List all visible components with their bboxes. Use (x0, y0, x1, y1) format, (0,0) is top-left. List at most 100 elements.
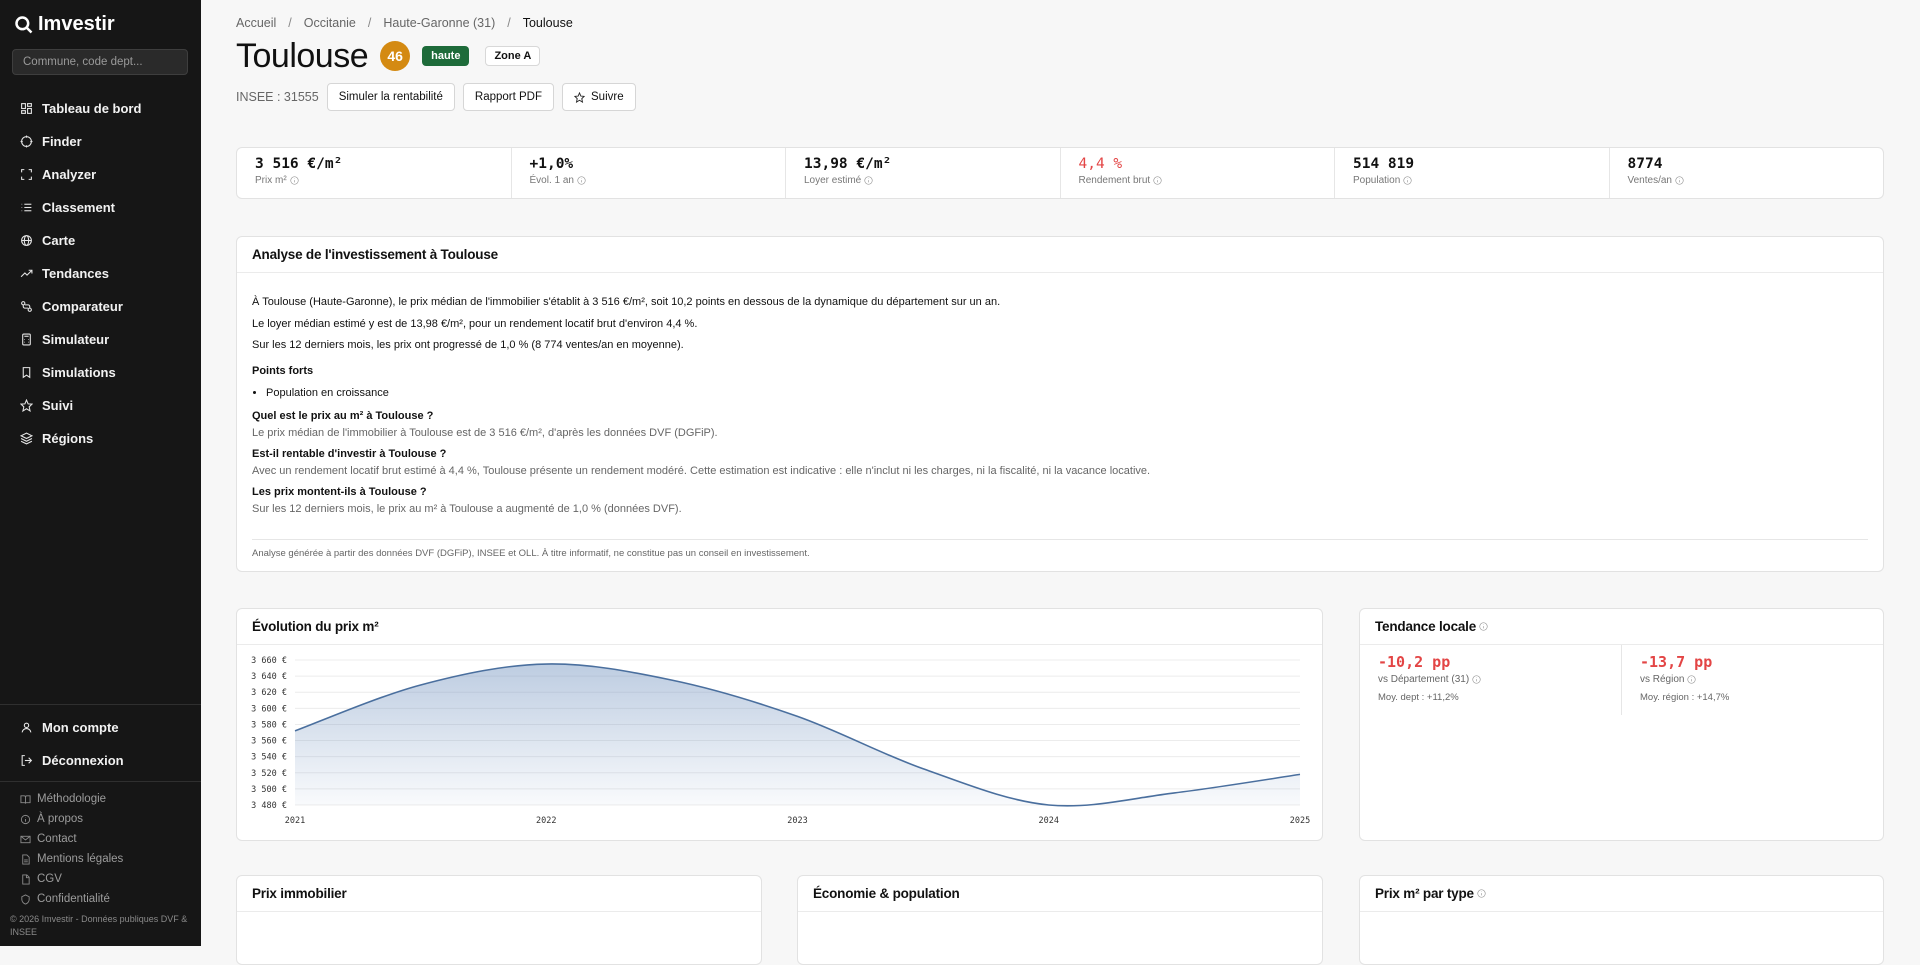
sidebar-item-label: Tendances (42, 266, 109, 281)
x-tick-label: 2021 (285, 816, 305, 826)
calculator-icon (22, 333, 31, 346)
prix-type-card: Prix m² par type (1359, 875, 1884, 965)
stat-population: 514 819 Population (1335, 148, 1610, 198)
footer-link-confidentialite[interactable]: Confidentialité (0, 889, 201, 909)
search-input[interactable] (12, 49, 188, 75)
sidebar-item-carte[interactable]: Carte (0, 224, 201, 257)
data-point (1298, 773, 1301, 776)
mail-icon (20, 835, 31, 843)
info-icon[interactable] (1479, 622, 1488, 631)
star-icon (20, 399, 33, 412)
stat-label-text: Évol. 1 an (529, 175, 574, 186)
pdf-report-button[interactable]: Rapport PDF (462, 83, 554, 111)
breadcrumb-accueil[interactable]: Accueil (236, 16, 276, 30)
footer-link-label: Contact (37, 833, 77, 845)
sidebar-item-tableau-de-bord[interactable]: Tableau de bord (0, 92, 201, 125)
shield-icon (21, 893, 30, 905)
file-icon (22, 873, 30, 885)
footer-link-label: À propos (37, 813, 84, 825)
breadcrumb-haute-garonne[interactable]: Haute-Garonne (31) (383, 16, 495, 30)
sidebar-item-comparateur[interactable]: Comparateur (0, 290, 201, 323)
app-logo[interactable]: Imvestir (14, 13, 115, 36)
sidebar-item-label: Suivi (42, 398, 74, 413)
breadcrumb-separator: / (288, 16, 292, 30)
info-icon[interactable] (864, 176, 873, 185)
info-icon[interactable] (1687, 675, 1696, 684)
info-icon[interactable] (1403, 176, 1412, 185)
trend-dept-label: vs Département (31) (1378, 674, 1470, 685)
simulate-button[interactable]: Simuler la rentabilité (326, 83, 455, 111)
data-point (293, 729, 296, 732)
faq-answer: Sur les 12 derniers mois, le prix au m² … (252, 502, 682, 515)
footer-link-methodologie[interactable]: Méthodologie (0, 789, 201, 809)
breadcrumb-occitanie[interactable]: Occitanie (304, 16, 356, 30)
info-icon[interactable] (1472, 675, 1481, 684)
sidebar-item-mon-compte[interactable]: Mon compte (0, 711, 201, 744)
sidebar-item-classement[interactable]: Classement (0, 191, 201, 224)
app-name: Imvestir (38, 13, 115, 35)
follow-button[interactable]: Suivre (562, 83, 636, 111)
data-point (1047, 803, 1050, 806)
footer-link-cgv[interactable]: CGV (0, 869, 201, 889)
prix-immobilier-title: Prix immobilier (237, 876, 761, 912)
info-icon[interactable] (577, 176, 586, 185)
sidebar-item-label: Mon compte (42, 720, 119, 735)
sidebar-item-simulateur[interactable]: Simulateur (0, 323, 201, 356)
faq-answer: Avec un rendement locatif brut estimé à … (252, 464, 1151, 477)
analysis-body: À Toulouse (Haute-Garonne), le prix médi… (237, 273, 1883, 518)
info-icon[interactable] (1477, 889, 1486, 898)
star-icon (574, 91, 585, 103)
info-icon[interactable] (290, 176, 299, 185)
logo-search-icon (15, 15, 33, 33)
x-tick-label: 2024 (1039, 816, 1059, 826)
data-point (1173, 791, 1176, 794)
stat-label: Loyer estimé (804, 175, 1042, 186)
stat-value: 13,98 €/m² (804, 156, 892, 172)
stat-label-text: Loyer estimé (804, 175, 862, 186)
footer-link-a-propos[interactable]: À propos (0, 809, 201, 829)
trend-region-avg: Moy. région : +14,7% (1640, 692, 1730, 703)
insee-code: INSEE : 31555 (236, 90, 319, 104)
footer-link-mentions-legales[interactable]: Mentions légales (0, 849, 201, 869)
footer-link-label: Mentions légales (37, 853, 124, 865)
analysis-disclaimer: Analyse générée à partir des données DVF… (252, 539, 1868, 559)
trend-region-value: -13,7 pp (1640, 653, 1713, 671)
page-title: Toulouse (236, 36, 369, 75)
sidebar-item-label: Classement (42, 200, 115, 215)
info-icon[interactable] (1153, 176, 1162, 185)
info-icon[interactable] (1675, 176, 1684, 185)
faq-answer: Le prix médian de l'immobilier à Toulous… (252, 426, 718, 439)
sidebar-item-regions[interactable]: Régions (0, 422, 201, 455)
sidebar-item-label: Analyzer (42, 167, 97, 182)
sidebar-item-suivi[interactable]: Suivi (0, 389, 201, 422)
trend-header: Tendance locale (1360, 609, 1883, 645)
analysis-title: Analyse de l'investissement à Toulouse (237, 237, 1883, 273)
dashboard-icon (21, 103, 32, 114)
trend-body: -10,2 pp vs Département (31) Moy. dept :… (1360, 645, 1883, 715)
data-point (922, 767, 925, 770)
sidebar-item-label: Simulateur (42, 332, 110, 347)
economie-title: Économie & population (798, 876, 1322, 912)
prix-immobilier-card: Prix immobilier (236, 875, 762, 965)
stat-prix-m2: 3 516 €/m² Prix m² (237, 148, 512, 198)
data-point (545, 662, 548, 665)
sidebar-item-label: Simulations (42, 365, 116, 380)
prix-type-header: Prix m² par type (1360, 876, 1883, 912)
x-tick-label: 2023 (787, 816, 807, 826)
main-content: Accueil / Occitanie / Haute-Garonne (31) / … (236, 0, 1884, 965)
sidebar-item-finder[interactable]: Finder (0, 125, 201, 158)
y-tick-label: 3 560 € (251, 737, 287, 747)
data-point (796, 715, 799, 718)
level-badge: haute (422, 46, 470, 66)
stat-evolution: +1,0% Évol. 1 an (512, 148, 786, 198)
stat-ventes: 8774 Ventes/an (1610, 148, 1884, 198)
stat-label-text: Rendement brut (1078, 175, 1151, 186)
sidebar-item-deconnexion[interactable]: Déconnexion (0, 744, 201, 777)
sidebar-item-analyzer[interactable]: Analyzer (0, 158, 201, 191)
breadcrumb: Accueil / Occitanie / Haute-Garonne (31) / … (236, 16, 573, 30)
sidebar-item-simulations[interactable]: Simulations (0, 356, 201, 389)
sidebar-item-tendances[interactable]: Tendances (0, 257, 201, 290)
sidebar-item-label: Déconnexion (42, 753, 124, 768)
y-tick-label: 3 600 € (251, 704, 287, 714)
footer-link-contact[interactable]: Contact (0, 829, 201, 849)
